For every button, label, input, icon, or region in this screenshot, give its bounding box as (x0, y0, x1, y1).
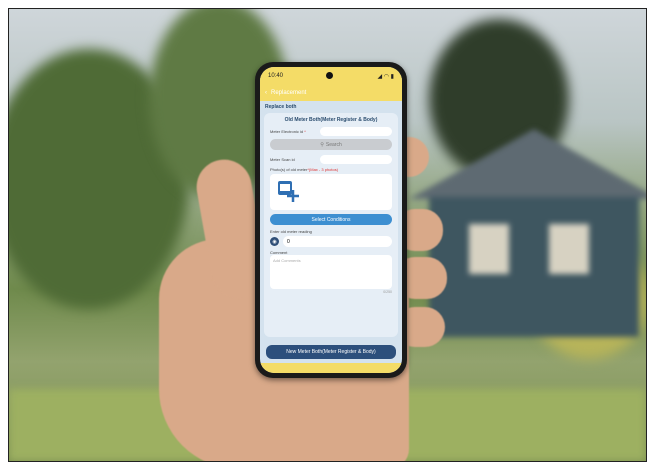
meter-scan-row: Meter Scan id (270, 155, 392, 164)
char-counter: 0/250 (383, 290, 392, 294)
status-time: 10:40 (268, 73, 284, 79)
house (409, 129, 646, 349)
search-icon: ⚲ (320, 141, 324, 148)
old-meter-card: Old Meter Both(Meter Register & Body) Me… (264, 113, 398, 337)
search-button[interactable]: ⚲ Search (270, 139, 392, 150)
add-photo-icon[interactable] (277, 180, 301, 204)
reading-label: Enter old meter reading (270, 229, 312, 234)
new-meter-button[interactable]: New Meter Both(Meter Register & Body) (266, 345, 396, 359)
photo-upload-box (270, 174, 392, 210)
phone: 10:40 ◢ ◠ ▮ ‹ Replacement Replace both O… (255, 62, 407, 378)
phone-screen: 10:40 ◢ ◠ ▮ ‹ Replacement Replace both O… (260, 67, 402, 373)
meter-scan-label: Meter Scan id (270, 157, 295, 162)
front-camera (326, 72, 333, 79)
meter-serial-label: Meter Electronic id * (270, 129, 306, 134)
section-title: Replace both (265, 104, 297, 110)
comment-input[interactable]: Add Comments (270, 255, 392, 289)
bottom-bar (260, 363, 402, 373)
meter-scan-input[interactable] (320, 155, 392, 164)
background-photo: 10:40 ◢ ◠ ▮ ‹ Replacement Replace both O… (8, 8, 647, 462)
reading-row: ◉ 0 (270, 236, 392, 247)
back-icon[interactable]: ‹ (265, 90, 267, 96)
app-bar: ‹ Replacement (260, 85, 402, 101)
photos-label: Photo(s) of old meter*(Max - 3 photos) (270, 167, 339, 172)
status-icons: ◢ ◠ ▮ (377, 73, 395, 80)
app-bar-title: Replacement (271, 90, 307, 96)
meter-serial-row: Meter Electronic id * (270, 127, 392, 136)
select-conditions-button[interactable]: Select Conditions (270, 214, 392, 225)
reading-input[interactable]: 0 (283, 236, 392, 247)
card-title: Old Meter Both(Meter Register & Body) (284, 117, 378, 123)
meter-icon: ◉ (270, 237, 279, 246)
status-bar: 10:40 ◢ ◠ ▮ (260, 67, 402, 85)
meter-serial-input[interactable] (320, 127, 392, 136)
